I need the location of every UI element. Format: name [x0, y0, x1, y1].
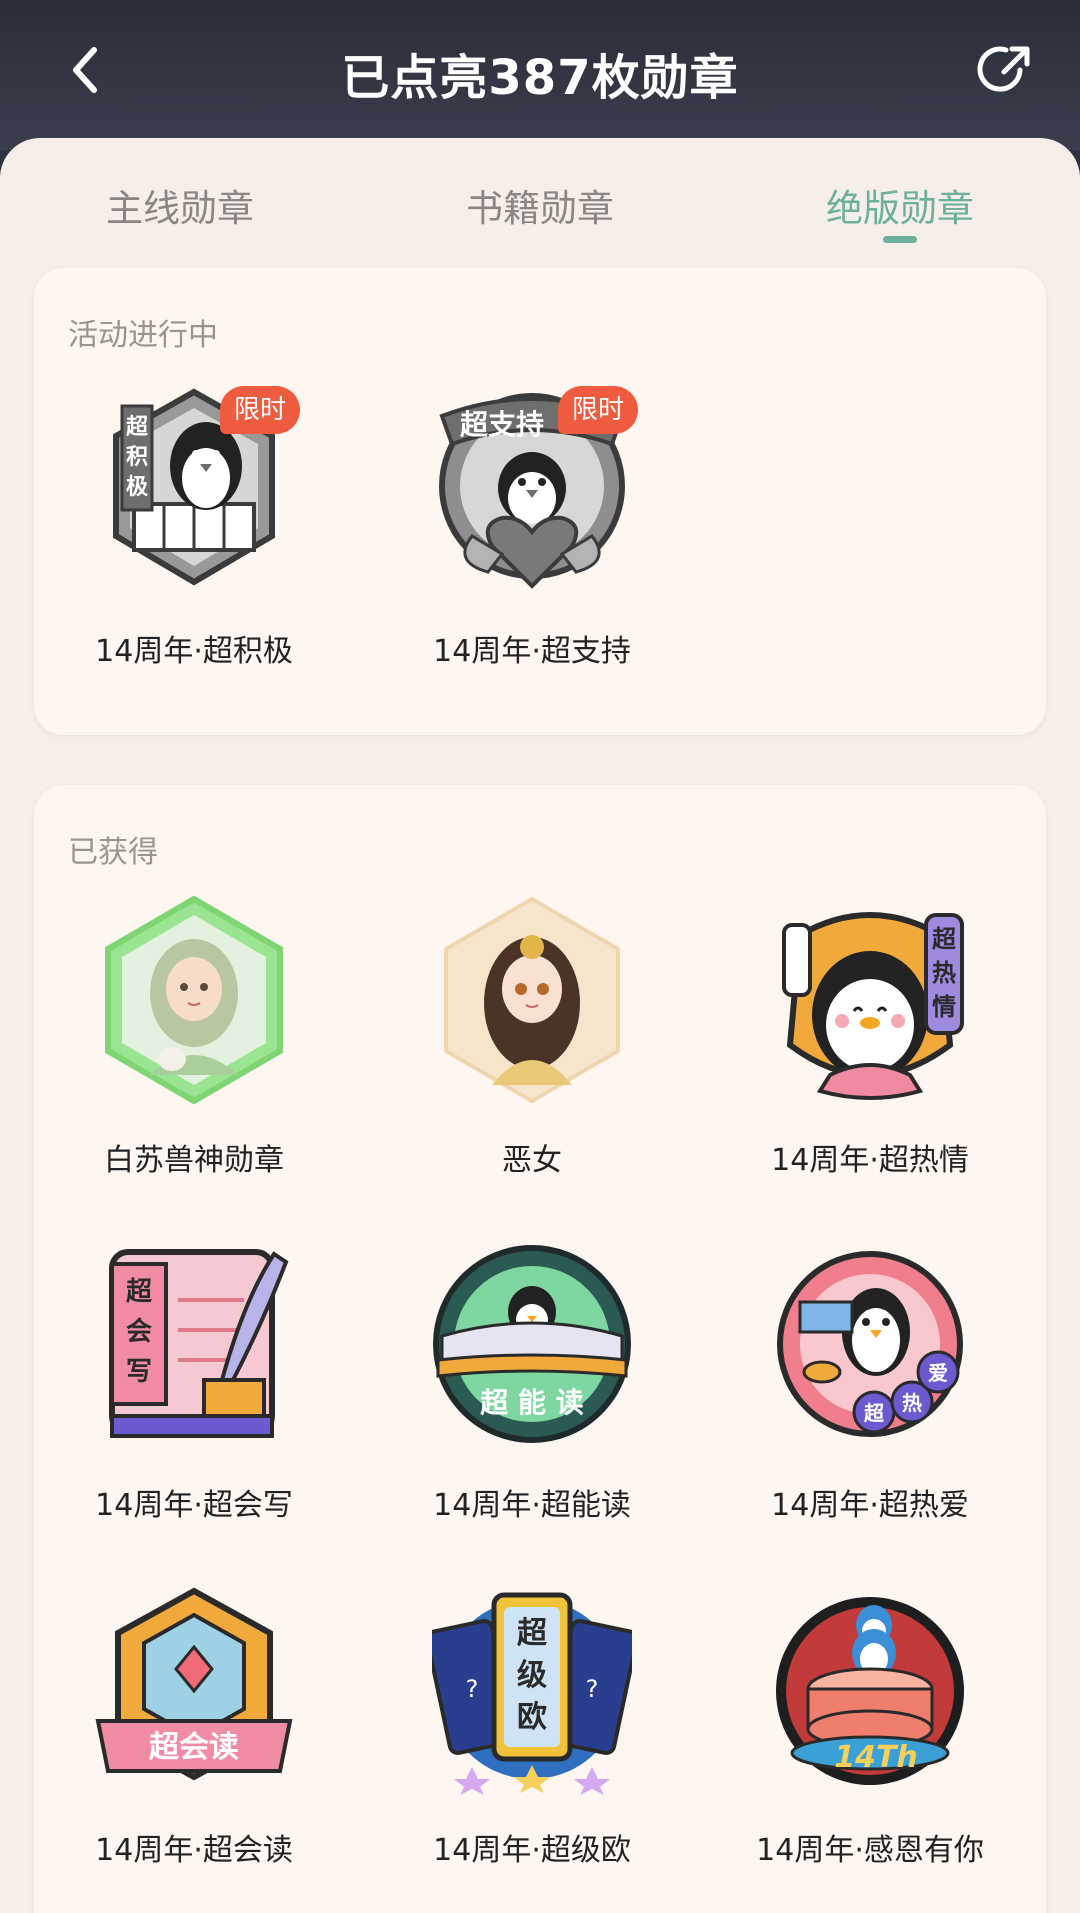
svg-text:?: ? [466, 1675, 479, 1703]
svg-text:热: 热 [932, 959, 956, 987]
badge-item[interactable]: 白苏兽神勋章 [34, 895, 354, 1225]
badge-item[interactable]: 超支持 限时 14周年·超支持 [372, 386, 692, 716]
badge-item[interactable]: ? ? 超 级 欧 14周年·超级欧 [372, 1585, 692, 1913]
badge-label: 14周年·超级欧 [433, 1833, 631, 1868]
active-tab-indicator [883, 236, 917, 243]
svg-text:超支持: 超支持 [460, 408, 544, 441]
top-bar: 已点亮387枚勋章 [0, 0, 1080, 150]
badge-label: 恶女 [502, 1143, 562, 1178]
penguin-thumbs-up-badge-icon: 超 热 情 [782, 912, 964, 1100]
svg-text:极: 极 [126, 475, 149, 500]
svg-text:会: 会 [126, 1317, 152, 1347]
badge-item[interactable]: 超会读 14周年·超会读 [34, 1585, 354, 1913]
character-hexagon-badge-icon [105, 895, 283, 1105]
badge-label: 14周年·超会读 [95, 1833, 293, 1868]
quill-scroll-badge-icon: 超 会 写 [109, 1249, 289, 1438]
svg-text:级: 级 [517, 1658, 547, 1693]
main-sheet: 主线勋章 书籍勋章 绝版勋章 活动进行中 超 积 极 限时 14周年·超积极 超… [0, 138, 1080, 1913]
badge-label: 14周年·超支持 [433, 634, 631, 669]
badge-label: 14周年·超积极 [95, 634, 293, 669]
badge-label: 14周年·超热情 [771, 1143, 969, 1178]
svg-text:超 能 读: 超 能 读 [480, 1386, 584, 1419]
svg-text:超会读: 超会读 [149, 1730, 239, 1765]
character-hexagon-badge-icon [444, 896, 620, 1104]
badge-item[interactable]: 恶女 [372, 895, 692, 1225]
svg-text:超: 超 [126, 415, 149, 440]
limited-time-tag: 限时 [220, 386, 301, 434]
svg-text:欧: 欧 [517, 1700, 547, 1735]
tab-main-badges[interactable]: 主线勋章 [60, 178, 300, 232]
penguin-flower-badge-icon: 超 热 爱 [777, 1251, 963, 1437]
badge-label: 14周年·感恩有你 [756, 1833, 984, 1868]
badge-label: 14周年·超会写 [95, 1488, 293, 1523]
svg-text:超: 超 [517, 1616, 548, 1651]
ongoing-section: 活动进行中 超 积 极 限时 14周年·超积极 超支持 限时 14周年·超支持 [34, 268, 1046, 735]
badge-art-text: 14Th [834, 1740, 918, 1775]
page-title: 已点亮387枚勋章 [341, 50, 739, 106]
svg-text:情: 情 [932, 993, 956, 1021]
badge-label: 14周年·超能读 [433, 1488, 631, 1523]
card-stack-badge-icon: ? ? 超 级 欧 [432, 1592, 632, 1795]
badge-item[interactable]: 超 积 极 限时 14周年·超积极 [34, 386, 354, 716]
svg-text:爱: 爱 [928, 1361, 948, 1385]
badge-item[interactable]: 超 热 情 14周年·超热情 [710, 895, 1030, 1225]
svg-text:超: 超 [932, 925, 957, 953]
badge-item[interactable]: 14Th 14周年·感恩有你 [710, 1585, 1030, 1913]
share-icon [977, 46, 1030, 92]
tab-bar: 主线勋章 书籍勋章 绝版勋章 [0, 138, 1080, 268]
crown-banner-badge-icon: 超会读 [95, 1587, 293, 1781]
tab-limited-badges[interactable]: 绝版勋章 [780, 178, 1020, 232]
svg-text:热: 热 [902, 1391, 922, 1415]
section-title: 活动进行中 [68, 318, 218, 353]
svg-text:超: 超 [126, 1277, 153, 1307]
tab-book-badges[interactable]: 书籍勋章 [420, 178, 660, 232]
svg-text:写: 写 [126, 1357, 152, 1387]
svg-text:?: ? [586, 1675, 599, 1703]
svg-text:积: 积 [126, 445, 148, 470]
section-title: 已获得 [68, 835, 158, 870]
anniversary-cake-badge-icon: 14Th [776, 1597, 964, 1785]
badge-item[interactable]: 超 能 读 14周年·超能读 [372, 1240, 692, 1570]
badge-item[interactable]: 超 会 写 14周年·超会写 [34, 1240, 354, 1570]
badge-item[interactable]: 超 热 爱 14周年·超热爱 [710, 1240, 1030, 1570]
book-reading-badge-icon: 超 能 读 [433, 1245, 631, 1443]
svg-text:超: 超 [863, 1401, 885, 1425]
badge-label: 白苏兽神勋章 [104, 1143, 284, 1178]
badge-label: 14周年·超热爱 [771, 1488, 969, 1523]
obtained-section: 已获得 白苏兽神勋章 恶女 超 热 情 14周年·超热情 超 会 写 14周年·… [34, 785, 1046, 1913]
limited-time-tag: 限时 [558, 386, 639, 434]
share-button[interactable] [972, 36, 1040, 104]
